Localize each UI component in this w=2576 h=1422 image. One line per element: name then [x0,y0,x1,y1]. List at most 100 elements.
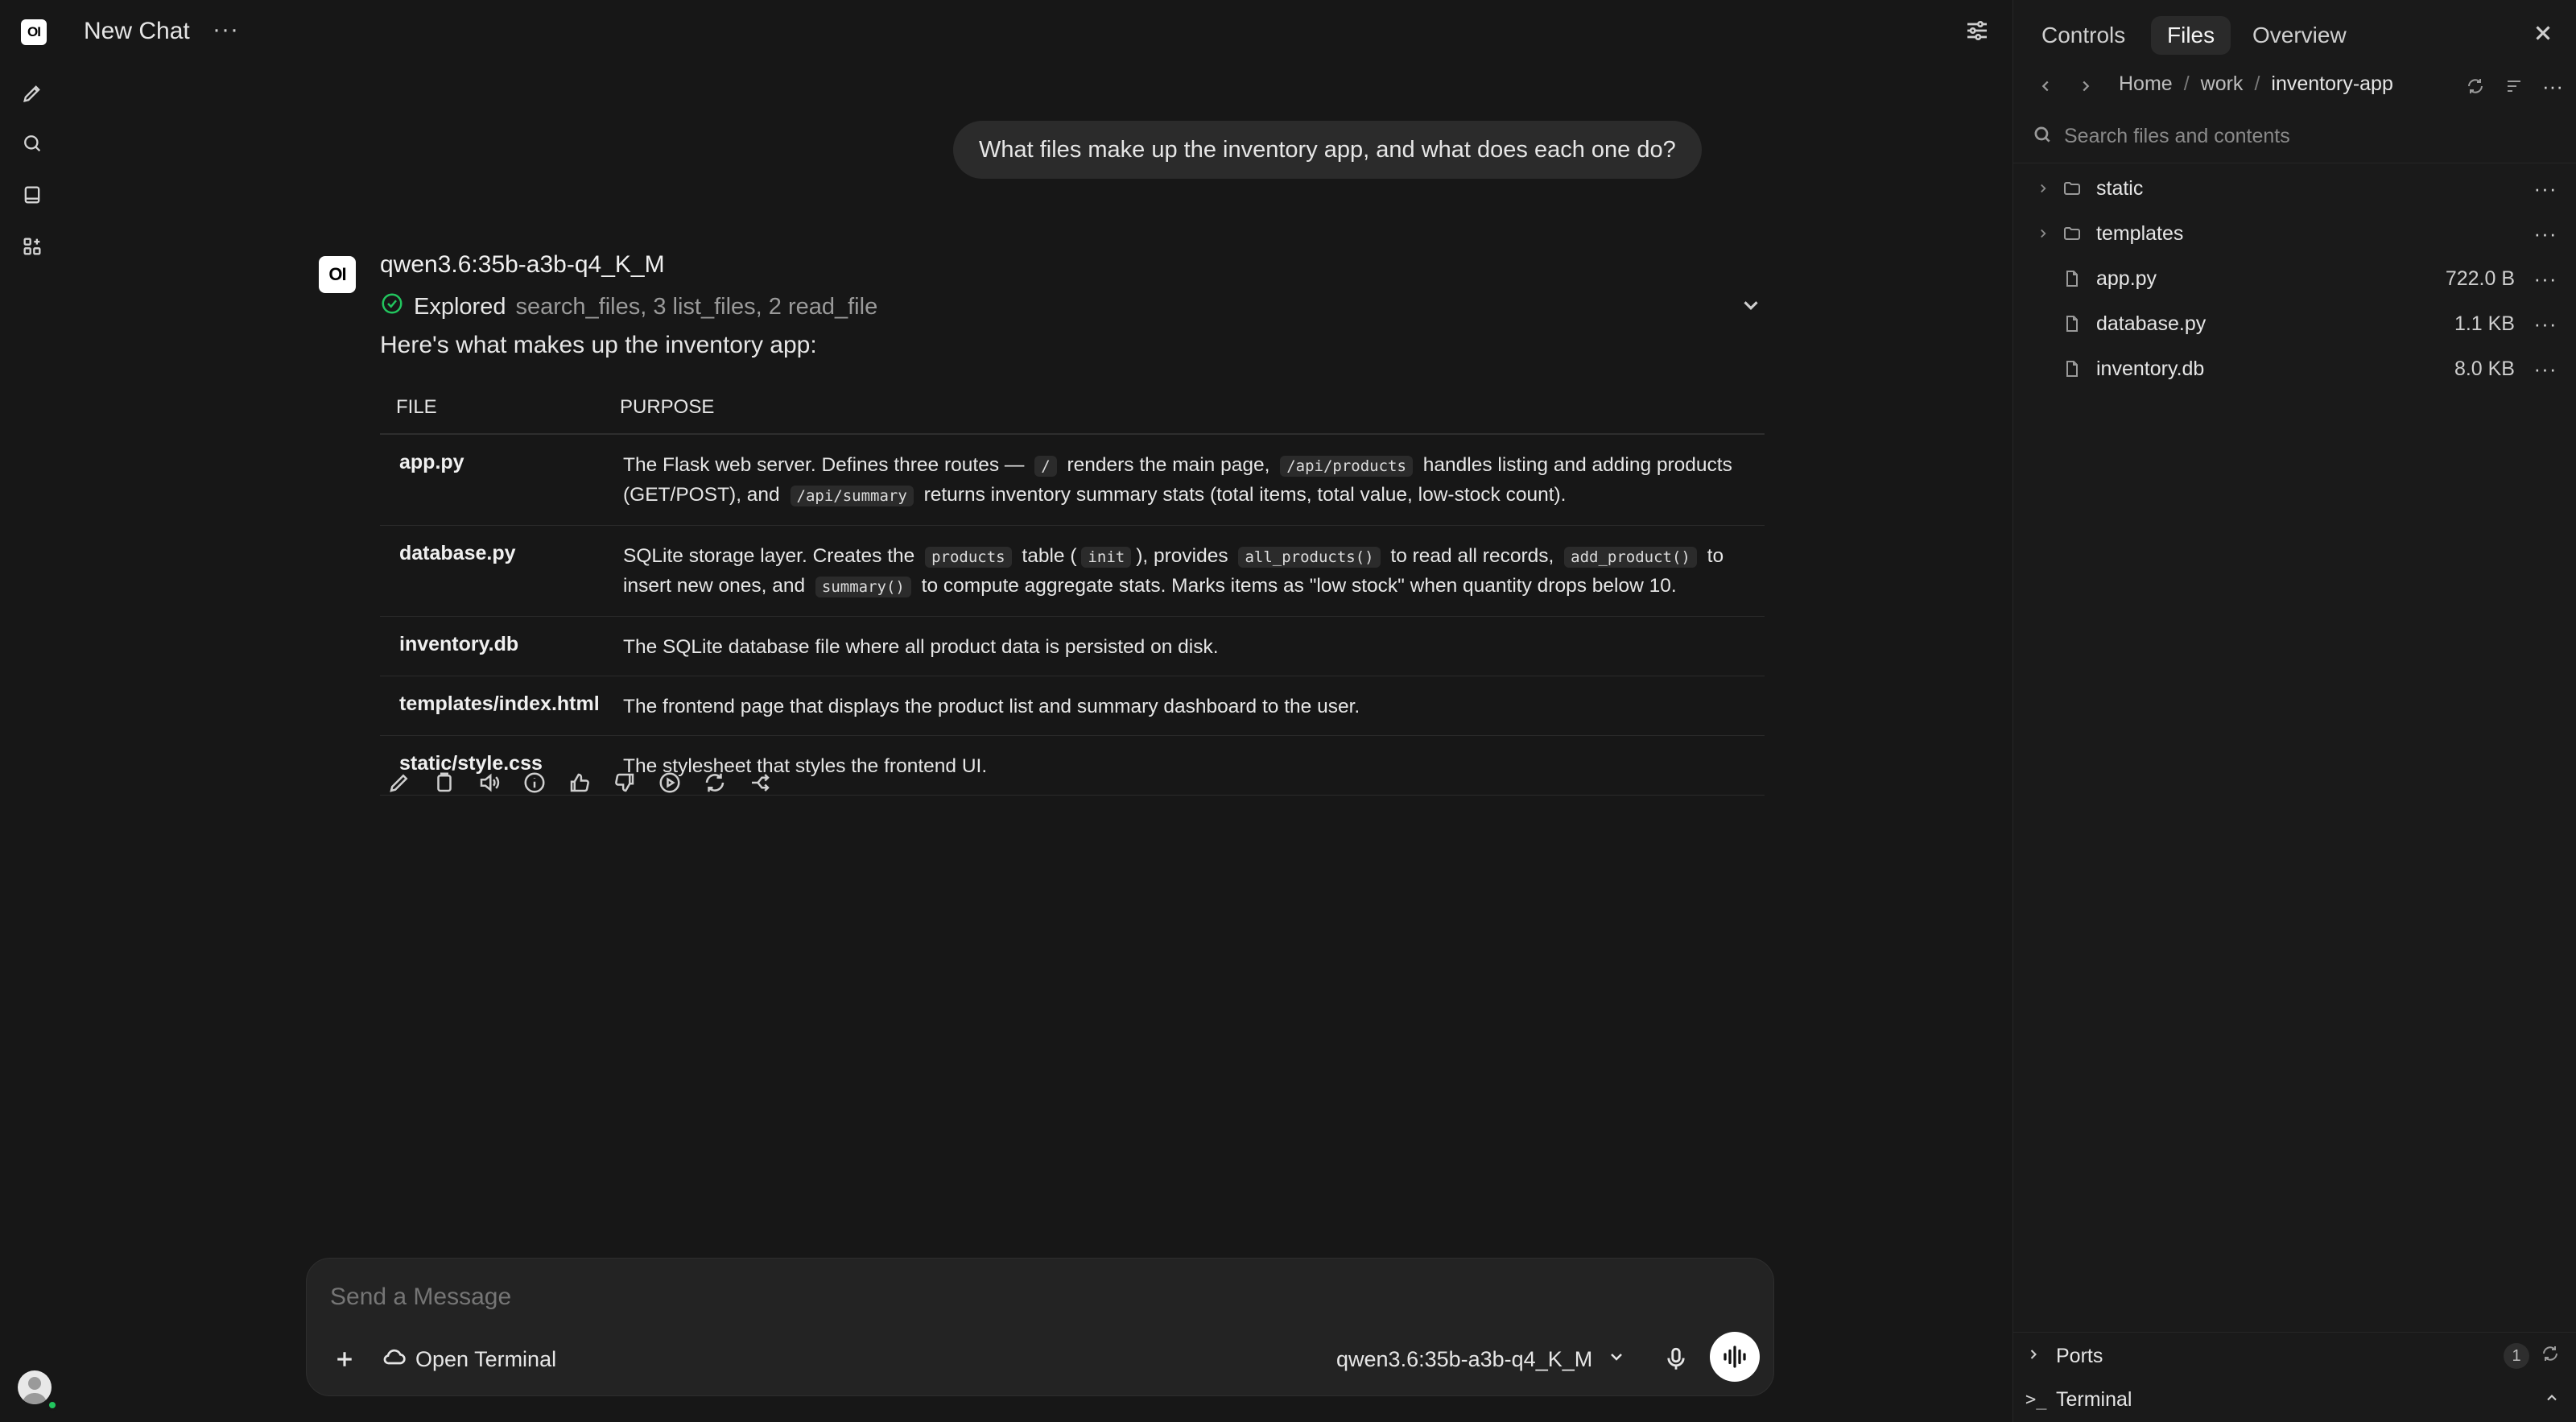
inline-code: add_product() [1564,547,1697,568]
tab-overview[interactable]: Overview [2236,16,2363,55]
item-more-button[interactable]: ··· [2531,357,2560,382]
item-more-button[interactable]: ··· [2531,312,2560,337]
chevron-down-icon [1607,1347,1626,1372]
assistant-model-name: qwen3.6:35b-a3b-q4_K_M [380,251,665,278]
file-search [2032,124,2531,149]
refresh-icon[interactable] [2463,74,2487,98]
model-selector[interactable]: qwen3.6:35b-a3b-q4_K_M [1336,1341,1626,1377]
table-row: database.py SQLite storage layer. Creates… [380,526,1765,617]
purpose-text: The Flask web server. Defines three rout… [623,454,1030,476]
user-message-bubble: What files make up the inventory app, an… [953,121,1702,179]
folder-icon [2058,179,2087,198]
refresh-icon[interactable] [2541,1344,2560,1369]
file-item[interactable]: inventory.db 8.0 KB ··· [2029,348,2560,390]
inline-code: /api/summary [790,486,914,506]
edit-icon[interactable] [385,768,414,797]
tool-usage-summary[interactable]: Explored search_files, 3 list_files, 2 r… [380,291,877,322]
file-search-input[interactable] [2064,125,2531,148]
chevron-right-icon [2029,226,2058,241]
sort-icon[interactable] [2502,74,2526,98]
assistant-avatar: OI [319,256,356,293]
breadcrumb-separator: / [2254,72,2260,95]
table-cell-file: inventory.db [399,633,519,655]
workspace-icon[interactable] [18,232,47,261]
inline-code: summary() [815,577,911,597]
file-item[interactable]: app.py 722.0 B ··· [2029,258,2560,300]
chat-menu-button[interactable]: ··· [213,16,239,43]
item-more-button[interactable]: ··· [2531,176,2560,201]
voice-mode-button[interactable] [1710,1332,1760,1382]
divider [2013,1332,2576,1333]
file-icon [2058,359,2087,378]
explored-label: Explored [414,293,506,320]
back-arrow-icon[interactable] [2033,74,2058,98]
user-avatar[interactable] [18,1370,52,1404]
item-name: app.py [2096,267,2157,290]
item-size: 722.0 B [2445,267,2515,290]
breadcrumb-home[interactable]: Home [2119,72,2173,96]
purpose-text: The frontend page that displays the prod… [623,696,1360,717]
microphone-icon[interactable] [1658,1340,1694,1379]
selected-model: qwen3.6:35b-a3b-q4_K_M [1336,1346,1593,1371]
folder-item[interactable]: templates ··· [2029,213,2560,254]
table-cell-purpose: SQLite storage layer. Creates the produc… [613,542,1765,601]
inline-code: /api/products [1280,456,1413,477]
terminal-section-toggle[interactable]: >_ Terminal [2025,1385,2560,1414]
assistant-intro-text: Here's what makes up the inventory app: [380,332,817,358]
item-more-button[interactable]: ··· [2531,267,2560,291]
folder-item[interactable]: static ··· [2029,167,2560,209]
chevron-up-icon [2544,1388,2560,1412]
panel-more-button[interactable]: ··· [2541,74,2565,98]
purpose-text: returns inventory summary stats (total i… [918,484,1567,506]
forward-arrow-icon[interactable] [2074,74,2098,98]
item-more-button[interactable]: ··· [2531,221,2560,246]
inline-code: init [1081,547,1132,568]
file-icon [2058,269,2087,288]
chevron-right-icon [2025,1345,2048,1368]
table-header-file: FILE [396,396,437,418]
close-icon[interactable] [2531,21,2558,48]
new-chat-icon[interactable] [18,79,47,108]
table-header-purpose: PURPOSE [620,396,715,418]
breadcrumb-separator: / [2183,72,2190,95]
breadcrumb-work[interactable]: work [2201,72,2244,96]
ports-section-toggle[interactable]: Ports 1 [2025,1341,2560,1370]
table-cell-file: templates/index.html [399,692,600,715]
open-terminal-button[interactable]: Open Terminal [382,1341,556,1377]
thumbs-down-icon[interactable] [610,768,639,797]
terminal-prompt-icon: >_ [2025,1389,2047,1410]
info-icon[interactable] [520,768,549,797]
add-attachment-button[interactable] [327,1341,362,1377]
branch-icon[interactable] [745,768,774,797]
message-actions [385,768,774,797]
notes-icon[interactable] [18,180,47,209]
breadcrumb-current[interactable]: inventory-app [2271,72,2392,96]
table-cell-purpose: The stylesheet that styles the frontend … [613,752,1765,780]
purpose-text: The SQLite database file where all produ… [623,636,1219,658]
breadcrumb: Home / work / inventory-app [2119,72,2393,96]
thumbs-up-icon[interactable] [565,768,594,797]
tab-controls[interactable]: Controls [2025,16,2141,55]
app-logo[interactable]: OI [21,19,47,45]
table-header-row: FILE PURPOSE [380,382,1765,435]
table-cell-purpose: The Flask web server. Defines three rout… [613,451,1765,511]
explored-detail: search_files, 3 list_files, 2 read_file [515,293,878,320]
play-icon[interactable] [655,768,684,797]
message-input[interactable] [330,1284,1699,1311]
table-cell-purpose: The frontend page that displays the prod… [613,692,1765,721]
tab-files[interactable]: Files [2151,16,2231,55]
copy-icon[interactable] [430,768,459,797]
table-row: inventory.db The SQLite database file whe… [380,617,1765,676]
chat-title[interactable]: New Chat [84,18,190,45]
purpose-text: SQLite storage layer. Creates the [623,545,921,567]
chevron-down-icon[interactable] [1739,293,1766,320]
file-item[interactable]: database.py 1.1 KB ··· [2029,303,2560,345]
regenerate-icon[interactable] [700,768,729,797]
purpose-text: renders the main page, [1061,454,1276,476]
table-row: templates/index.html The frontend page th… [380,676,1765,736]
chat-controls-icon[interactable] [1964,18,1993,47]
speaker-icon[interactable] [475,768,504,797]
search-icon[interactable] [18,129,47,158]
inline-code: products [925,547,1012,568]
open-terminal-label: Open Terminal [415,1346,557,1371]
